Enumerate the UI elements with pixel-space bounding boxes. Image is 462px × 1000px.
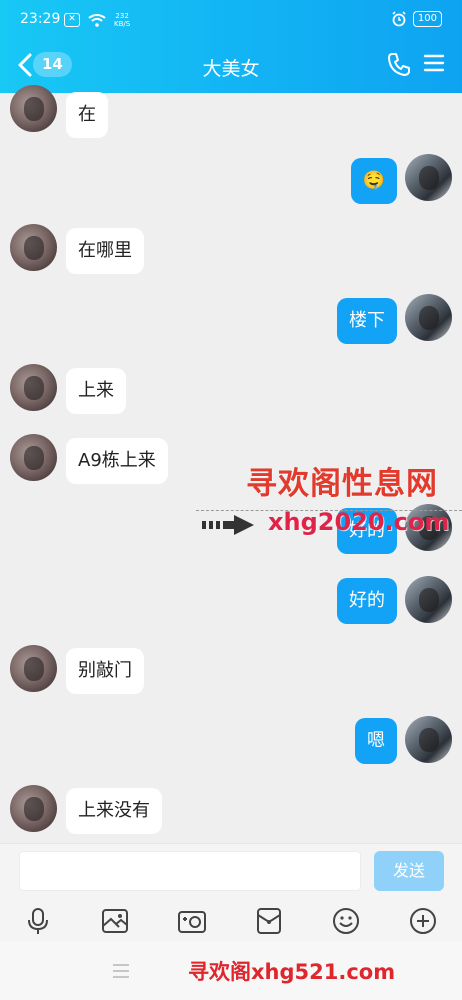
watermark-url: xhg2020.com: [268, 508, 450, 536]
input-toolbar: [0, 900, 462, 942]
sent-message-bubble: 🤤: [350, 158, 397, 204]
my-avatar[interactable]: [405, 576, 452, 623]
received-message-bubble: 上来: [66, 368, 126, 414]
contact-avatar[interactable]: [10, 434, 57, 481]
sent-message-bubble: 好的: [337, 578, 397, 624]
camera-icon[interactable]: [177, 906, 207, 936]
received-message-bubble: 在: [66, 92, 108, 138]
my-avatar[interactable]: [405, 716, 452, 763]
footer-watermark: 寻欢阁xhg521.com: [188, 960, 396, 984]
emoji-icon[interactable]: [331, 906, 361, 936]
my-avatar[interactable]: [405, 294, 452, 341]
image-icon[interactable]: [100, 906, 130, 936]
contact-avatar[interactable]: [10, 645, 57, 692]
chat-header: 23:29 ✕ 232 KB/S 100 14 大美女: [0, 0, 462, 93]
received-message-bubble: 别敲门: [66, 648, 144, 694]
status-icons: ✕ 232 KB/S: [64, 12, 130, 28]
microphone-icon[interactable]: [23, 906, 53, 936]
send-button[interactable]: 发送: [374, 851, 444, 891]
phone-call-icon[interactable]: [386, 51, 412, 77]
status-time: 23:29: [20, 11, 61, 27]
status-bar: 23:29 ✕ 232 KB/S 100: [0, 0, 462, 40]
wifi-icon: [88, 14, 106, 27]
sent-message-bubble: 嗯: [355, 718, 397, 764]
network-speed: 232 KB/S: [114, 12, 131, 28]
red-packet-icon[interactable]: [254, 906, 284, 936]
watermark-title: 寻欢阁性息网: [246, 466, 438, 502]
contact-avatar[interactable]: [10, 85, 57, 132]
nav-menu-icon[interactable]: [112, 962, 130, 980]
received-message-bubble: A9栋上来: [66, 438, 168, 484]
contact-avatar[interactable]: [10, 364, 57, 411]
contact-avatar[interactable]: [10, 224, 57, 271]
watermark-arrow-icon: [202, 515, 254, 535]
notification-badge-icon: ✕: [64, 13, 80, 27]
received-message-bubble: 在哪里: [66, 228, 144, 274]
alarm-icon: [392, 11, 406, 27]
battery-icon: 100: [412, 11, 442, 27]
sent-message-bubble: 楼下: [337, 298, 397, 344]
composer-bar: 发送: [0, 843, 462, 900]
plus-icon[interactable]: [408, 906, 438, 936]
menu-icon[interactable]: [423, 52, 445, 74]
my-avatar[interactable]: [405, 154, 452, 201]
status-right: 100: [391, 11, 442, 27]
received-message-bubble: 上来没有: [66, 788, 162, 834]
contact-avatar[interactable]: [10, 785, 57, 832]
message-input[interactable]: [19, 851, 361, 891]
